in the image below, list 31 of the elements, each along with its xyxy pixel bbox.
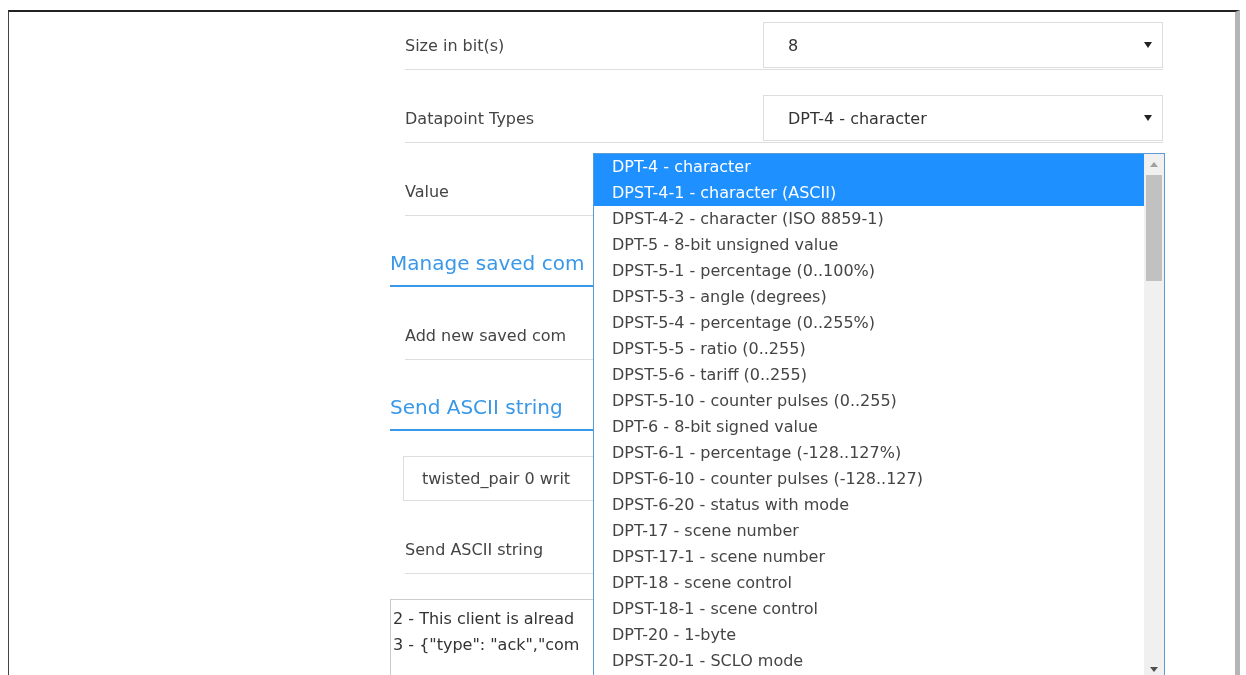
dropdown-option[interactable]: DPST-5-1 - percentage (0..100%) (594, 258, 1144, 284)
caret-icon (1144, 115, 1152, 121)
field-label: Size in bit(s) (405, 36, 505, 55)
scroll-down-icon[interactable] (1150, 667, 1158, 672)
scroll-up-icon[interactable] (1150, 162, 1158, 167)
dropdown-option[interactable]: DPST-6-1 - percentage (-128..127%) (594, 440, 1144, 466)
caret-icon (1144, 42, 1152, 48)
dropdown-option[interactable]: DPST-20-1 - SCLO mode (594, 648, 1144, 674)
dropdown-option[interactable]: DPST-6-10 - counter pulses (-128..127) (594, 466, 1144, 492)
scrollbar[interactable] (1144, 154, 1164, 675)
scrollbar-thumb[interactable] (1146, 175, 1162, 281)
dropdown-option[interactable]: DPST-5-6 - tariff (0..255) (594, 362, 1144, 388)
dropdown-option[interactable]: DPST-5-10 - counter pulses (0..255) (594, 388, 1144, 414)
field-label: Datapoint Types (405, 109, 535, 128)
dropdown-option[interactable]: DPST-6-20 - status with mode (594, 492, 1144, 518)
select-field[interactable]: 8 (763, 22, 1163, 68)
select-field[interactable]: DPT-4 - character (763, 95, 1163, 141)
dropdown-option[interactable]: DPST-17-1 - scene number (594, 544, 1144, 570)
dropdown-option[interactable]: DPT-17 - scene number (594, 518, 1144, 544)
dropdown-option[interactable]: DPT-18 - scene control (594, 570, 1144, 596)
dropdown-option[interactable]: DPST-5-5 - ratio (0..255) (594, 336, 1144, 362)
dropdown-option[interactable]: DPST-5-3 - angle (degrees) (594, 284, 1144, 310)
dropdown-option[interactable]: DPT-20 - 1-byte (594, 622, 1144, 648)
dropdown-option[interactable]: DPST-5-4 - percentage (0..255%) (594, 310, 1144, 336)
dropdown-option[interactable]: DPST-4-2 - character (ISO 8859-1) (594, 206, 1144, 232)
log-line: 3 - {"type": "ack","com (393, 635, 580, 654)
dropdown-option[interactable]: DPST-18-1 - scene control (594, 596, 1144, 622)
log-line: 2 - This client is alread (393, 609, 575, 628)
field-label: Send ASCII string (405, 540, 544, 559)
field-label: Add new saved com (405, 326, 567, 345)
field-label: Value (405, 182, 449, 201)
